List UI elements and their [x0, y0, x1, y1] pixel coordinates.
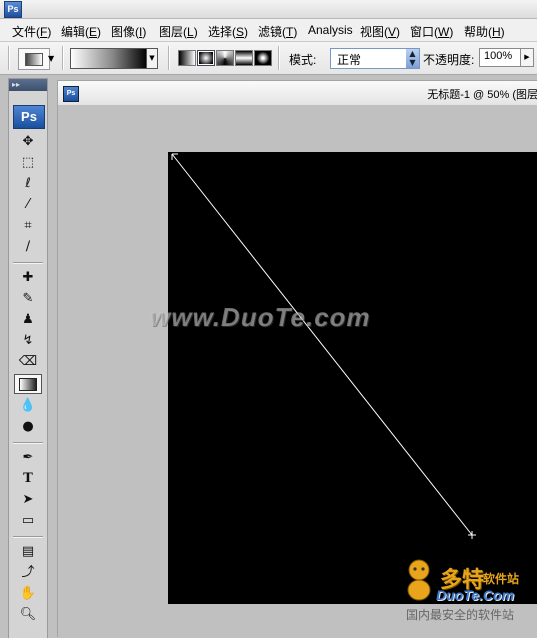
brand-domain: DuoTe.Com	[436, 587, 515, 603]
clone-stamp-tool-icon[interactable]: ♟	[15, 311, 41, 329]
options-divider	[278, 46, 280, 70]
photoshop-logo[interactable]: Ps	[13, 105, 45, 129]
options-bar: ▼ ▼ 模式: 正常 ▲ ▼ 不透明度: 100% ▶	[0, 42, 537, 75]
opacity-slider-arrow-icon[interactable]: ▶	[520, 48, 534, 67]
mode-label: 模式:	[289, 53, 317, 67]
rectangle-tool-icon[interactable]: ▭	[15, 512, 41, 530]
title-bar: Ps	[0, 0, 537, 19]
mascot-logo-icon	[407, 559, 431, 601]
gradient-tool-icon	[25, 53, 43, 66]
opacity-value: 100%	[484, 50, 513, 62]
gradient-dropdown-icon[interactable]: ▼	[146, 48, 158, 69]
menu-select[interactable]: 选择(S)	[208, 23, 248, 40]
slice-tool-icon[interactable]: ∕	[15, 238, 41, 256]
hand-tool-icon[interactable]: ✋	[15, 585, 41, 603]
path-selection-tool-icon[interactable]: ➤	[15, 491, 41, 509]
canvas[interactable]	[168, 152, 537, 604]
marquee-tool-icon[interactable]: ⬚	[15, 154, 41, 172]
zoom-tool-icon[interactable]: 🔍︎	[15, 606, 41, 624]
menu-view[interactable]: 视图(V)	[360, 23, 400, 40]
menu-help[interactable]: 帮助(H)	[464, 23, 505, 40]
toolbox-divider	[13, 262, 43, 264]
document-tab[interactable]: Ps 无标题-1 @ 50% (图层	[57, 80, 537, 106]
menu-image[interactable]: 图像(I)	[111, 23, 146, 40]
menu-filter[interactable]: 滤镜(T)	[258, 23, 297, 40]
watermark-text: www.DuoTe.com	[150, 302, 371, 332]
photoshop-app-icon[interactable]: Ps	[4, 1, 22, 18]
toolbox-panel: ▸▸ Ps ✥ ⬚ ℓ ⁄ ⌗ ∕ ✚ ✎ ♟ ↯ ⌫ 💧 ● ✒ T ➤ ▭ …	[8, 78, 48, 638]
linear-gradient-button[interactable]	[178, 50, 196, 66]
blur-tool-icon[interactable]: 💧	[15, 397, 41, 415]
gradient-tool-icon[interactable]	[14, 374, 42, 394]
type-tool-icon[interactable]: T	[15, 470, 41, 488]
menu-analysis[interactable]: Analysis	[308, 23, 353, 37]
toolbox-divider	[13, 536, 43, 538]
menu-file[interactable]: 文件(F)	[12, 23, 51, 40]
dodge-tool-icon[interactable]: ●	[15, 418, 41, 436]
menu-bar: 文件(F) 编辑(E) 图像(I) 图层(L) 选择(S) 滤镜(T) Anal…	[0, 19, 537, 42]
eyedropper-tool-icon[interactable]: ⤴	[15, 564, 41, 582]
eraser-tool-icon[interactable]: ⌫	[15, 353, 41, 371]
menu-edit[interactable]: 编辑(E)	[61, 23, 101, 40]
radial-gradient-button[interactable]	[197, 50, 215, 66]
brand-slogan: 国内最安全的软件站	[406, 608, 515, 622]
document-title: 无标题-1 @ 50% (图层	[427, 89, 537, 101]
blend-mode-value: 正常	[337, 53, 362, 67]
toolbox-collapse-grip[interactable]: ▸▸	[9, 79, 47, 91]
angle-gradient-button[interactable]	[216, 50, 234, 66]
crop-tool-icon[interactable]: ⌗	[15, 217, 41, 235]
move-tool-icon[interactable]: ✥	[15, 133, 41, 151]
options-divider	[168, 46, 170, 70]
lasso-tool-icon[interactable]: ℓ	[15, 175, 41, 193]
history-brush-tool-icon[interactable]: ↯	[15, 332, 41, 350]
notes-tool-icon[interactable]: ▤	[15, 543, 41, 561]
options-grip[interactable]	[8, 46, 10, 70]
magic-wand-tool-icon[interactable]: ⁄	[15, 196, 41, 214]
spinner-arrows-icon[interactable]: ▲ ▼	[406, 49, 419, 68]
toolbox-divider	[13, 442, 43, 444]
blend-mode-select[interactable]: 正常 ▲ ▼	[330, 48, 420, 69]
healing-brush-tool-icon[interactable]: ✚	[15, 269, 41, 287]
gradient-drag-line	[171, 153, 476, 539]
options-divider	[62, 46, 64, 70]
menu-layer[interactable]: 图层(L)	[159, 23, 198, 40]
brush-tool-icon[interactable]: ✎	[15, 290, 41, 308]
tool-preset-dropdown-icon[interactable]: ▼	[48, 54, 54, 63]
document-ps-icon: Ps	[63, 86, 79, 102]
opacity-input[interactable]: 100%	[479, 48, 521, 67]
gradient-editor-swatch[interactable]	[70, 48, 148, 69]
pen-tool-icon[interactable]: ✒	[15, 449, 41, 467]
menu-window[interactable]: 窗口(W)	[410, 23, 453, 40]
reflected-gradient-button[interactable]	[235, 50, 253, 66]
tool-preset-picker[interactable]	[18, 48, 50, 70]
diamond-gradient-button[interactable]	[254, 50, 272, 66]
brand-subtitle: 软件站	[483, 572, 520, 586]
opacity-label: 不透明度:	[423, 53, 475, 67]
